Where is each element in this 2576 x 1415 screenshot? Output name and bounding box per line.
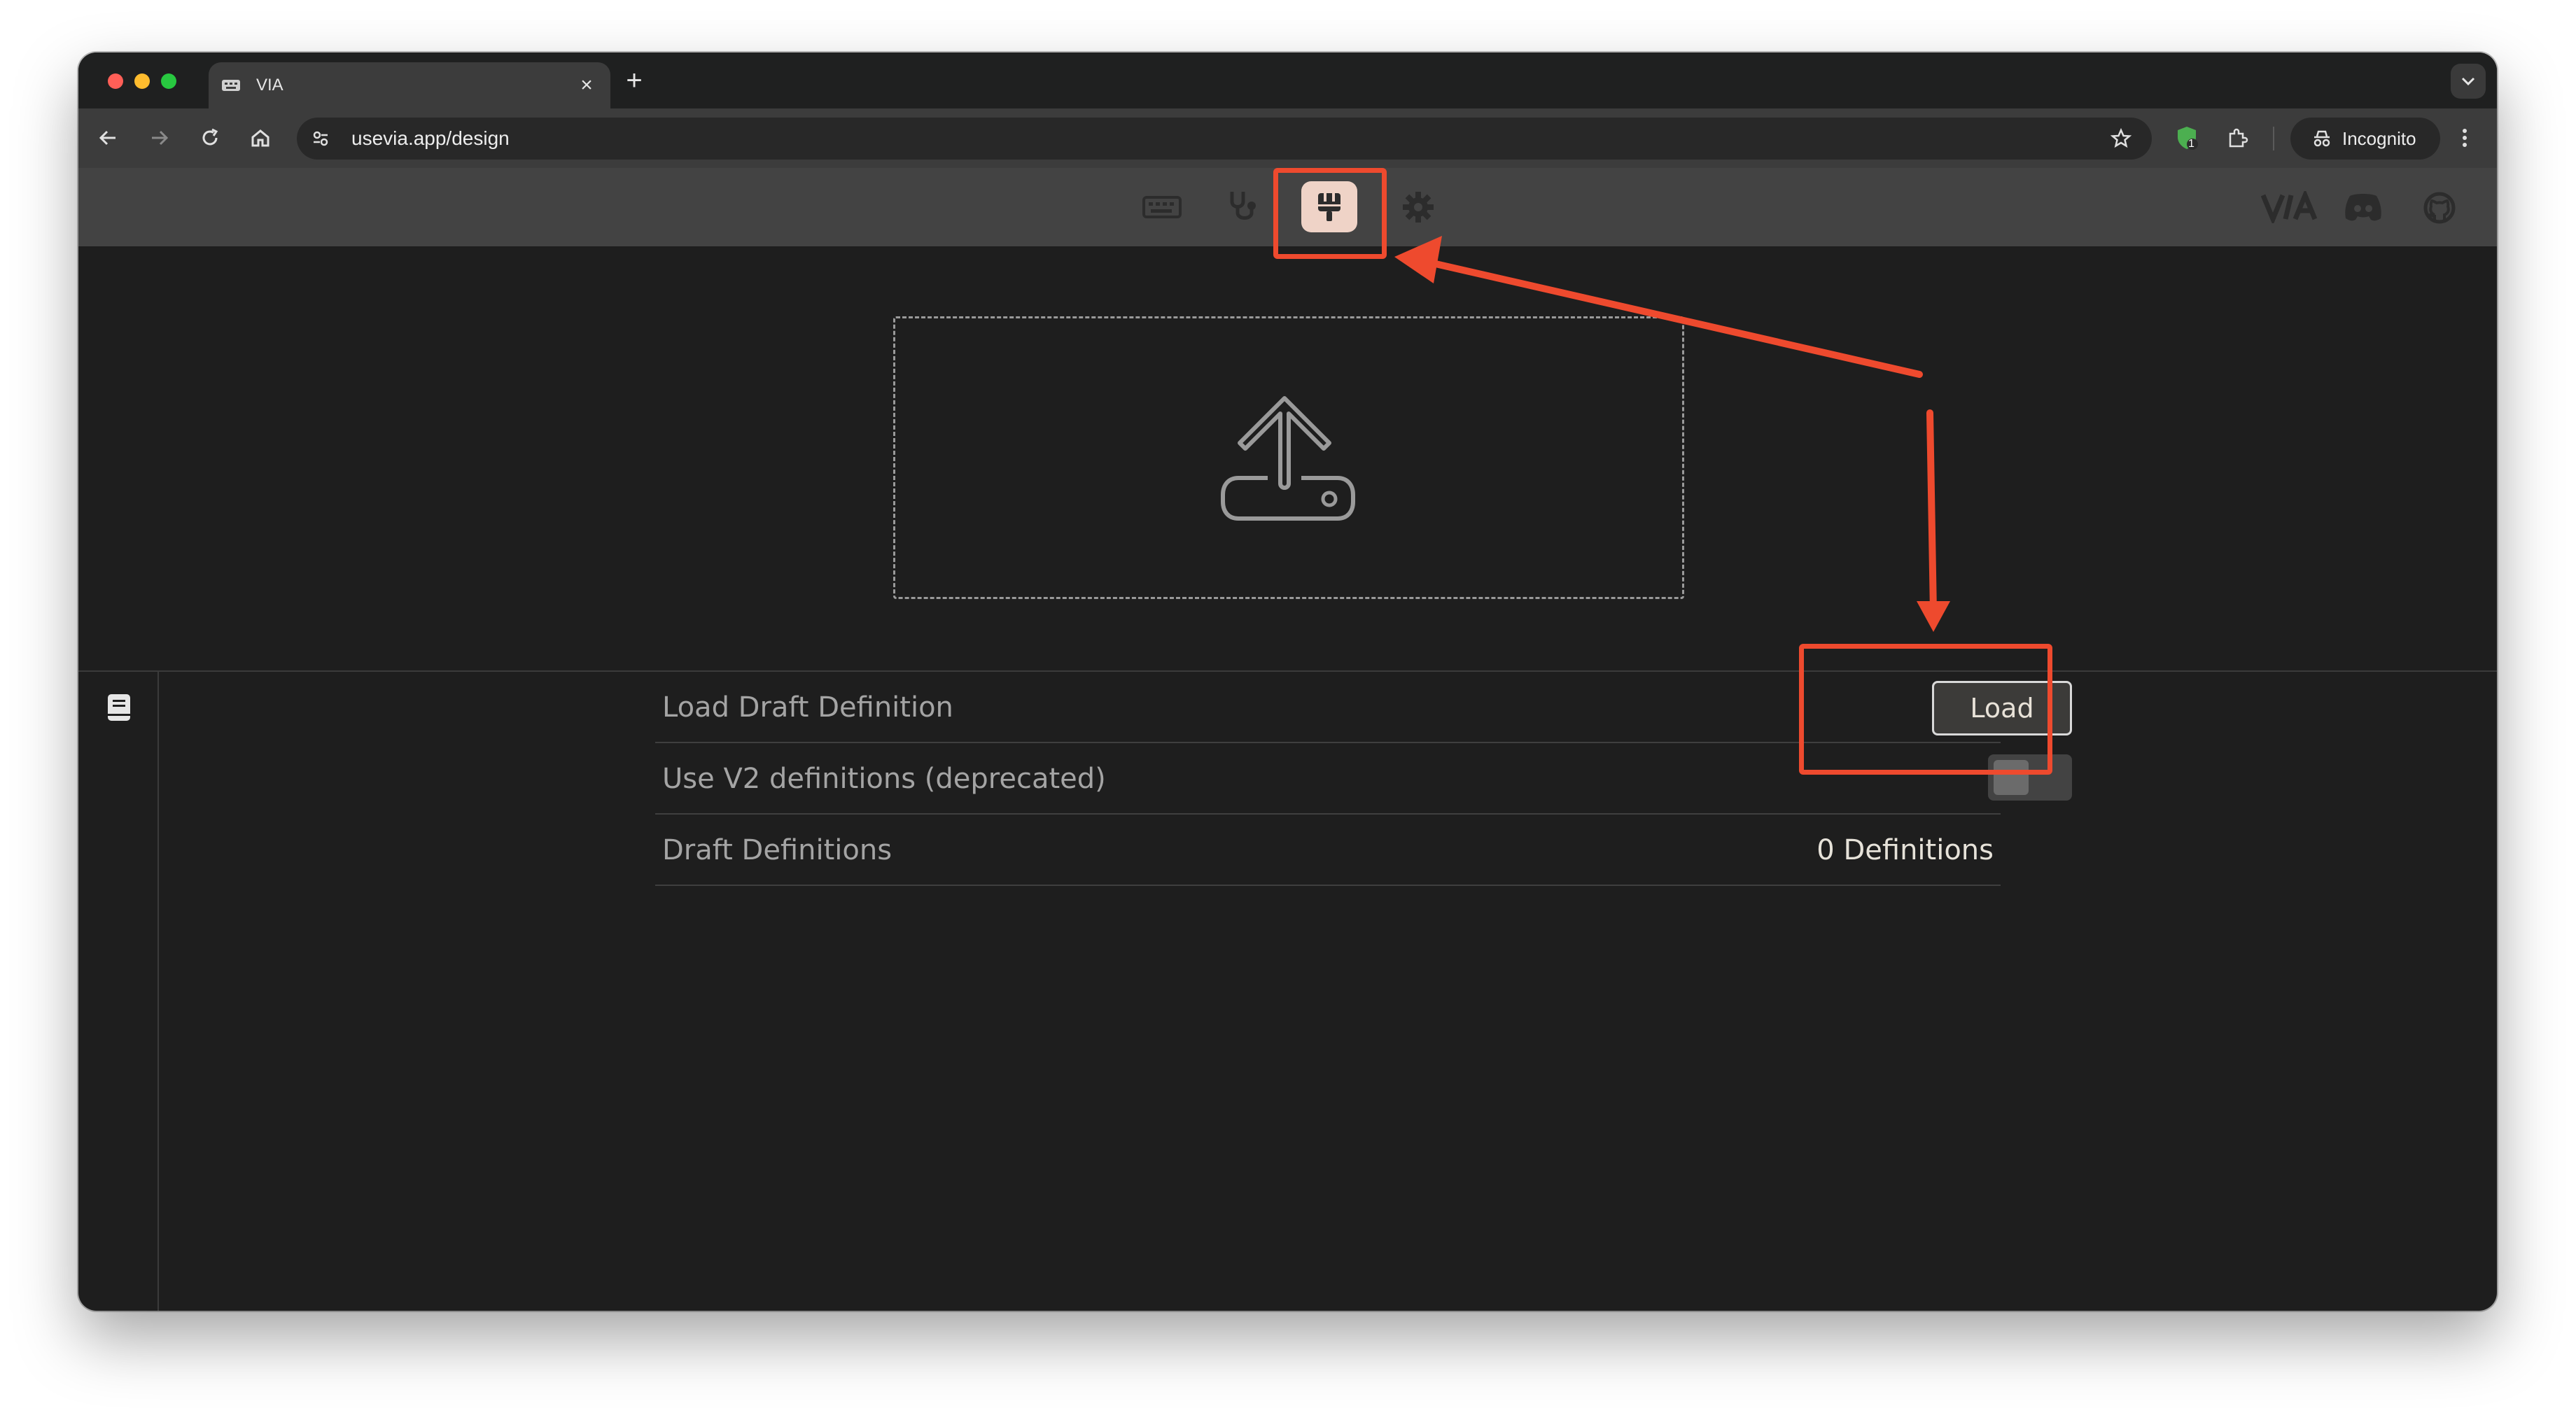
arrow-to-load (1926, 409, 1937, 616)
arrow-head-load (1917, 601, 1950, 632)
browser-window: VIA × + usevia.app/design 1 Incognito Lo… (78, 52, 2497, 1311)
arrow-to-design-tab (1426, 259, 1923, 378)
annotation-arrows (1394, 236, 1950, 632)
arrow-head-design-tab (1394, 236, 1442, 283)
